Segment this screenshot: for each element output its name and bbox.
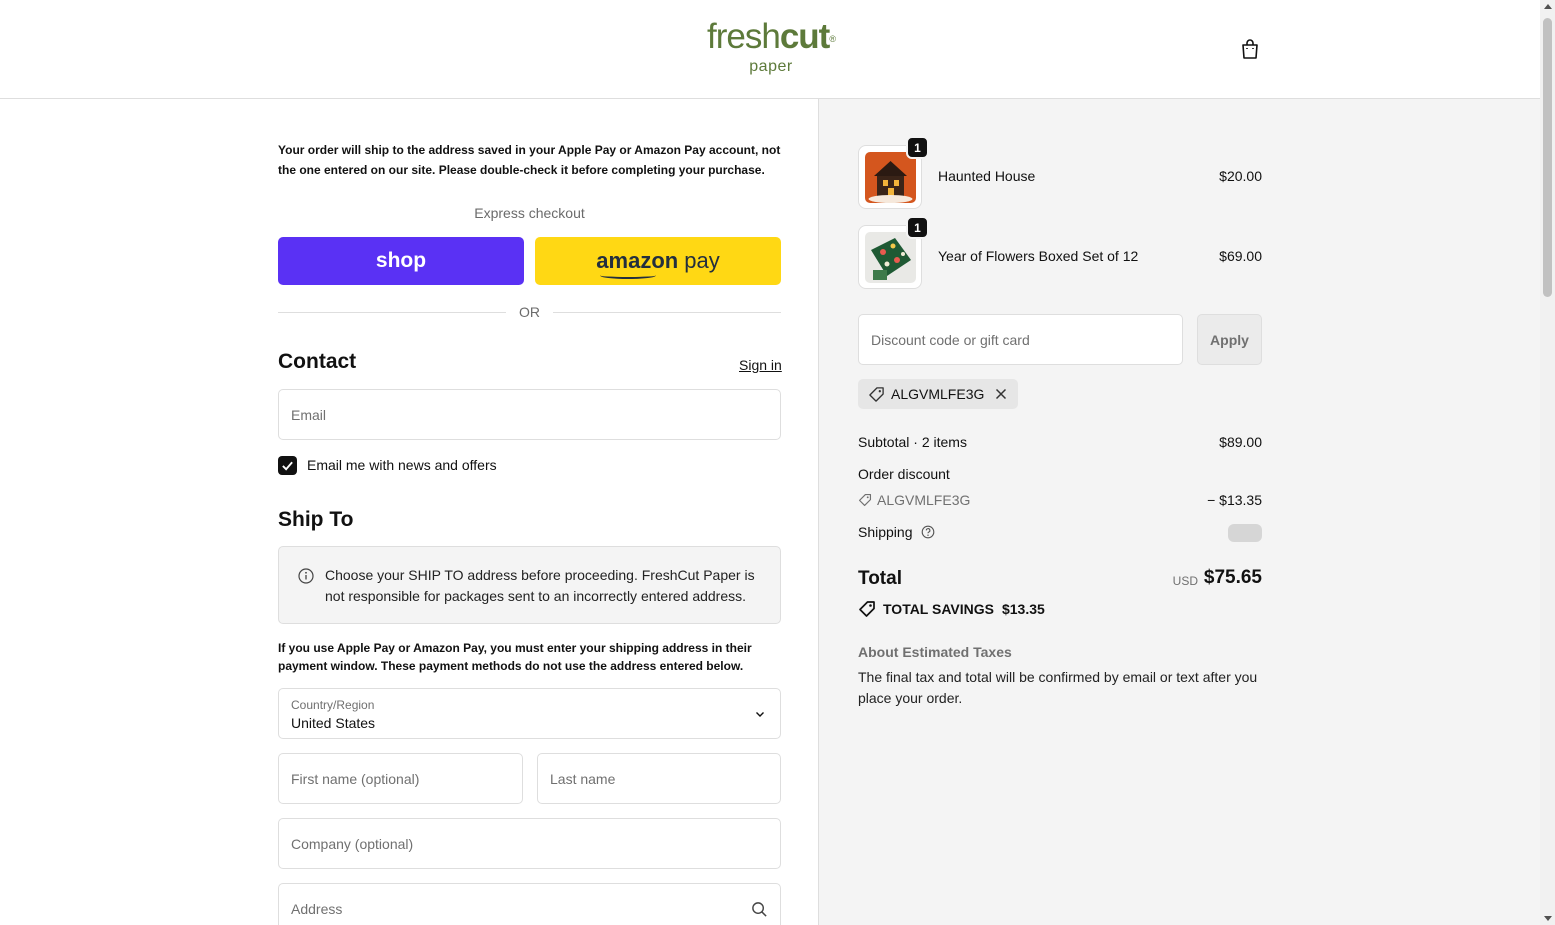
amazon-pay-label: pay	[684, 248, 720, 273]
product-price: $20.00	[1219, 168, 1262, 184]
product-thumbnail: 1	[858, 216, 929, 289]
chevron-down-icon	[756, 712, 764, 717]
company-field[interactable]	[278, 818, 781, 869]
checkmark-icon	[282, 461, 293, 471]
site-header: freshcut® paper	[0, 0, 1540, 99]
help-icon[interactable]	[921, 525, 935, 539]
checkout-page: freshcut® paper Your order will ship to …	[0, 0, 1540, 925]
total-row: Total USD $75.65	[858, 566, 1262, 594]
contact-heading: Contact	[278, 350, 357, 373]
search-icon[interactable]	[751, 901, 768, 918]
shop-pay-label: shop	[375, 249, 427, 272]
remove-discount-close-icon[interactable]	[994, 387, 1008, 401]
email-input[interactable]	[279, 390, 780, 439]
cart-line-item: 1 Haunted House $20.00	[858, 136, 1262, 209]
quantity-badge: 1	[906, 216, 929, 239]
company-input[interactable]	[279, 819, 780, 868]
total-savings-row: TOTAL SAVINGS $13.35	[858, 600, 1045, 618]
country-region-select[interactable]: Country/Region United States	[278, 688, 781, 739]
apple-amazon-pay-notice: Your order will ship to the address save…	[278, 143, 781, 177]
discount-code-label: ALGVMLFE3G	[877, 492, 971, 508]
subtotal-value: $89.00	[1219, 434, 1262, 450]
logo-text-cut: cut	[779, 17, 830, 56]
haunted-house-product-image	[865, 152, 916, 203]
cart-line-item: 1 Year of Flowers Boxed Set of 12 $69.00	[858, 216, 1262, 289]
total-amount: $75.65	[1203, 567, 1262, 588]
logo-text-paper: paper	[749, 58, 793, 75]
about-taxes-heading: About Estimated Taxes	[858, 644, 1012, 660]
freshcut-paper-logo[interactable]: freshcut® paper	[704, 18, 838, 76]
amazon-smile-icon	[600, 272, 657, 279]
last-name-field[interactable]	[537, 753, 781, 804]
discount-code-field[interactable]	[858, 314, 1183, 365]
ship-to-info-text: Choose your SHIP TO address before proce…	[325, 567, 755, 604]
total-currency: USD	[1172, 574, 1198, 588]
applied-discount-code: ALGVMLFE3G	[891, 386, 985, 402]
discount-code-row: ALGVMLFE3G − $13.35	[858, 492, 1262, 508]
page-scrollbar[interactable]	[1540, 0, 1555, 925]
newsletter-checkbox[interactable]	[278, 455, 297, 475]
last-name-input[interactable]	[538, 754, 780, 803]
email-field[interactable]	[278, 389, 781, 440]
total-label: Total	[858, 568, 902, 589]
applied-discount-chip: ALGVMLFE3G	[858, 379, 1019, 409]
sign-in-link[interactable]: Sign in	[739, 357, 782, 373]
first-name-input[interactable]	[279, 754, 522, 803]
product-name: Year of Flowers Boxed Set of 12	[938, 248, 1139, 264]
ship-to-info-box: Choose your SHIP TO address before proce…	[278, 546, 781, 624]
shop-pay-button[interactable]: shop	[278, 237, 524, 285]
discount-code-input[interactable]	[859, 315, 1182, 364]
divider-line-left	[278, 312, 506, 313]
ship-to-heading: Ship To	[278, 508, 354, 531]
amazon-logo: amazon	[596, 248, 678, 279]
discount-amount: − $13.35	[1207, 492, 1262, 508]
flowers-boxed-set-product-image	[865, 232, 916, 283]
or-divider: OR	[278, 303, 781, 323]
address-field[interactable]	[278, 883, 781, 925]
total-savings-label: TOTAL SAVINGS	[883, 601, 994, 617]
newsletter-label: Email me with news and offers	[307, 457, 497, 473]
apply-discount-button[interactable]: Apply	[1197, 314, 1262, 365]
order-discount-label: Order discount	[858, 466, 950, 482]
newsletter-checkbox-row[interactable]: Email me with news and offers	[278, 455, 497, 475]
total-savings-amount: $13.35	[1001, 601, 1045, 617]
tag-icon	[859, 601, 875, 617]
product-price: $69.00	[1219, 248, 1262, 264]
divider-line-right	[553, 312, 781, 313]
scroll-down-arrow-icon[interactable]	[1544, 916, 1552, 921]
logo-text-fresh: fresh	[707, 17, 781, 56]
subtotal-label: Subtotal · 2 items	[858, 434, 967, 450]
or-label: OR	[519, 304, 540, 320]
first-name-field[interactable]	[278, 753, 523, 804]
product-name: Haunted House	[938, 168, 1036, 184]
country-region-value: United States	[291, 715, 376, 731]
shipping-label: Shipping	[858, 524, 913, 540]
country-region-label: Country/Region	[291, 698, 375, 712]
tag-icon	[858, 493, 872, 507]
logo-registered-mark: ®	[829, 34, 836, 44]
subtotal-row: Subtotal · 2 items $89.00	[858, 434, 1262, 450]
shipping-address-notice: If you use Apple Pay or Amazon Pay, you …	[278, 641, 752, 673]
shipping-value-placeholder	[1228, 524, 1262, 542]
shipping-row: Shipping	[858, 524, 1262, 542]
scroll-up-arrow-icon[interactable]	[1544, 4, 1552, 9]
shopping-bag-icon[interactable]	[1238, 37, 1262, 61]
address-input[interactable]	[279, 884, 780, 925]
quantity-badge: 1	[906, 136, 929, 159]
product-thumbnail: 1	[858, 136, 929, 209]
express-checkout-label: Express checkout	[474, 205, 585, 221]
info-icon	[298, 568, 314, 584]
tag-icon	[869, 386, 884, 402]
scrollbar-thumb[interactable]	[1543, 18, 1552, 297]
about-taxes-text: The final tax and total will be confirme…	[858, 669, 1258, 706]
amazon-pay-button[interactable]: amazon pay	[535, 237, 781, 285]
order-discount-row: Order discount	[858, 466, 1262, 482]
